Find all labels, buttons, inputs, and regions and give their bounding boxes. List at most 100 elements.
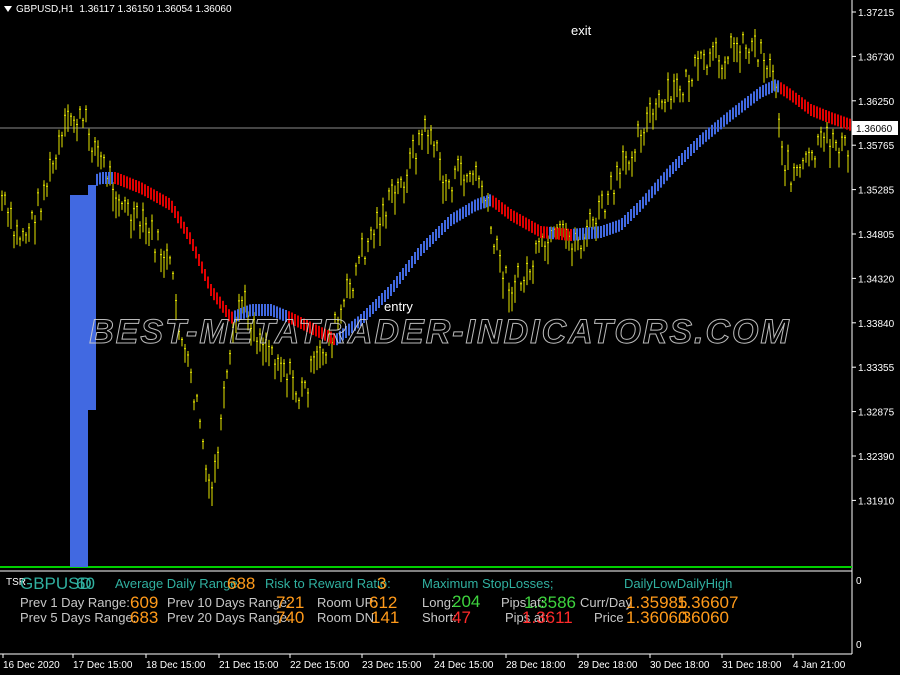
- band-segment: [825, 110, 827, 122]
- band-segment: [723, 114, 725, 127]
- price-label: Price: [594, 610, 624, 625]
- price-high: .36060: [677, 608, 729, 627]
- band-segment: [498, 200, 500, 212]
- band-segment: [126, 176, 128, 189]
- band-segment: [165, 196, 167, 209]
- time-tick-label: 23 Dec 15:00: [362, 660, 422, 671]
- time-tick-label: 18 Dec 15:00: [146, 660, 206, 671]
- band-segment: [795, 92, 797, 105]
- band-segment: [567, 228, 569, 241]
- adr-value: 688: [227, 574, 256, 593]
- band-segment: [708, 127, 710, 140]
- prev10-label: Prev 10 Days Range:: [167, 595, 291, 610]
- band-segment: [468, 203, 470, 216]
- band-segment: [108, 172, 110, 184]
- band-segment: [768, 82, 770, 95]
- rr-value: 3: [377, 574, 387, 593]
- band-segment: [792, 90, 794, 103]
- band-segment: [162, 194, 164, 207]
- time-tick-label: 24 Dec 15:00: [434, 660, 494, 671]
- band-segment: [552, 227, 554, 240]
- band-segment: [681, 153, 683, 165]
- band-segment: [840, 115, 842, 128]
- band-segment: [189, 232, 191, 245]
- band-segment: [741, 100, 743, 113]
- band-segment: [711, 124, 713, 137]
- band-segment: [627, 212, 629, 224]
- price-tick-label: 1.36730: [858, 52, 895, 63]
- watermark: BEST-METATRADER-INDICATORS.COM: [89, 313, 791, 351]
- band-segment: [219, 296, 221, 309]
- band-segment: [624, 215, 626, 227]
- price-tick-label: 1.32390: [858, 452, 895, 463]
- band-segment: [750, 93, 752, 106]
- band-segment: [786, 86, 788, 99]
- dropdown-triangle-icon[interactable]: [4, 6, 12, 13]
- band-segment: [459, 208, 461, 221]
- band-segment: [513, 210, 515, 223]
- band-segment: [666, 168, 668, 181]
- band-segment: [438, 226, 440, 238]
- time-tick-label: 31 Dec 18:00: [722, 660, 782, 671]
- band-segment: [120, 174, 122, 186]
- band-segment: [828, 111, 830, 124]
- band-segment: [471, 201, 473, 214]
- band-initial-bar: [70, 195, 88, 567]
- band-segment: [645, 193, 647, 206]
- band-segment: [426, 238, 428, 250]
- band-segment: [690, 144, 692, 156]
- price-tick-label: 1.36250: [858, 97, 895, 108]
- band-segment: [618, 219, 620, 232]
- long-label: Long:: [422, 595, 455, 610]
- band-segment: [663, 172, 665, 185]
- band-segment: [684, 150, 686, 162]
- band-segment: [507, 206, 509, 219]
- prev5-label: Prev 5 Days Range:: [20, 610, 137, 625]
- band-segment: [702, 132, 704, 145]
- band-segment: [555, 227, 557, 240]
- band-segment: [435, 229, 437, 241]
- band-segment: [612, 221, 614, 234]
- band-segment: [714, 122, 716, 135]
- band-segment: [807, 101, 809, 114]
- band-segment: [408, 260, 410, 272]
- band-segment: [105, 172, 107, 184]
- band-segment: [576, 228, 578, 241]
- band-segment: [705, 129, 707, 142]
- band-segment: [657, 179, 659, 192]
- time-ticks: 16 Dec 2020 17 Dec 15:00 18 Dec 15:00 21 De…: [2, 654, 846, 671]
- band-segment: [546, 226, 548, 239]
- band-segment: [504, 204, 506, 217]
- band-segment: [99, 172, 101, 185]
- band-segment: [519, 214, 521, 227]
- time-tick-label: 29 Dec 18:00: [578, 660, 638, 671]
- band-segment: [597, 226, 599, 239]
- band-segment: [96, 173, 98, 186]
- band-segment: [222, 300, 224, 313]
- band-segment: [726, 112, 728, 125]
- band-segment: [687, 147, 689, 159]
- band-segment: [639, 200, 641, 212]
- band-segment: [141, 182, 143, 195]
- band-segment: [462, 206, 464, 219]
- band-segment: [801, 97, 803, 110]
- band-segment: [399, 272, 401, 284]
- time-tick-label: 28 Dec 18:00: [506, 660, 566, 671]
- band-segment: [183, 221, 185, 234]
- band-segment: [846, 117, 848, 130]
- sub-axis-top: 0: [856, 576, 862, 587]
- band-segment: [540, 226, 542, 238]
- price-tick-label: 1.34805: [858, 230, 895, 241]
- band-segment: [417, 248, 419, 260]
- band-segment: [669, 165, 671, 178]
- band-segment: [798, 95, 800, 107]
- band-segment: [843, 116, 845, 129]
- band-segment: [387, 287, 389, 299]
- band-segment: [198, 254, 200, 266]
- band-segment: [735, 105, 737, 118]
- band-segment: [114, 172, 116, 184]
- band-segment: [810, 104, 812, 116]
- band-segment: [405, 264, 407, 276]
- band-segment: [621, 218, 623, 230]
- band-segment: [738, 102, 740, 115]
